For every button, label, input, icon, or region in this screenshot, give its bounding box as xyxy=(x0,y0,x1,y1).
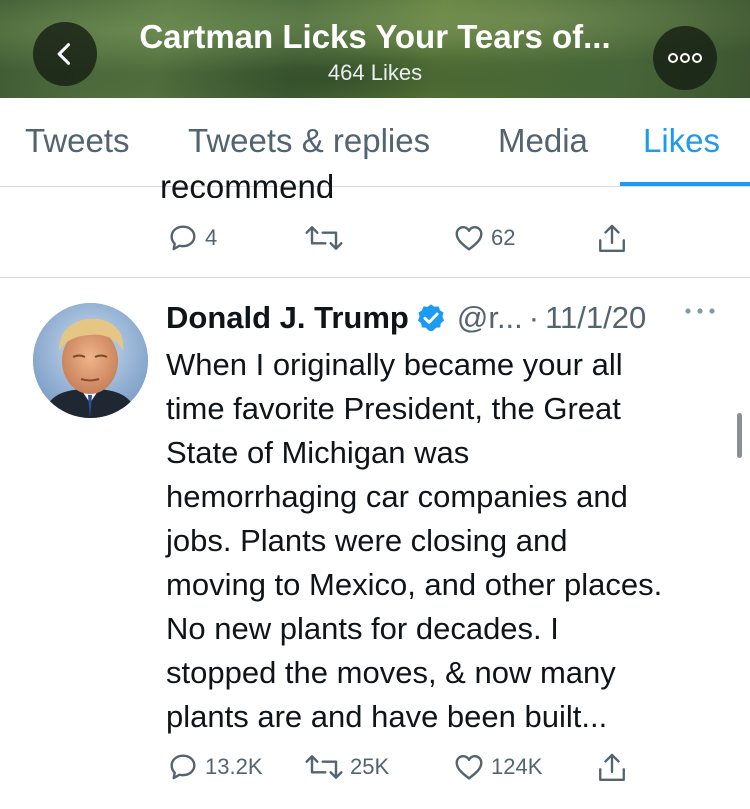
header-separator: · xyxy=(528,300,540,335)
previous-tweet-text: recommend xyxy=(160,164,460,198)
share-button[interactable] xyxy=(596,751,628,785)
like-count: 124K xyxy=(491,754,543,779)
likes-count: 464 Likes xyxy=(327,60,423,85)
tweet-text: When I originally became your all time f… xyxy=(166,343,726,739)
tweet-more-button[interactable] xyxy=(683,304,717,322)
profile-header: Cartman Licks Your Tears of... 464 Likes xyxy=(0,0,750,98)
tweet-text-line: stopped the moves, & now many xyxy=(166,655,616,690)
previous-like-button[interactable]: 62 xyxy=(453,222,515,254)
retweet-button[interactable]: 25K xyxy=(304,751,389,783)
ellipsis-icon xyxy=(668,53,702,63)
previous-reply-button[interactable]: 4 xyxy=(167,222,217,254)
reply-count: 13.2K xyxy=(205,754,263,779)
previous-tweet-partial-text: recommend xyxy=(160,168,335,198)
more-options-button[interactable] xyxy=(653,26,717,90)
more-horizontal-icon xyxy=(685,308,715,314)
tweet-text-line: When I originally became your all xyxy=(166,347,623,382)
tweet-divider xyxy=(0,277,750,278)
tweet-text-line: No new plants for decades. I xyxy=(166,611,559,646)
profile-name-title: Cartman Licks Your Tears of... xyxy=(139,18,611,55)
tweet-text-line: jobs. Plants were closing and xyxy=(166,523,568,558)
reply-button[interactable]: 13.2K xyxy=(167,751,263,783)
reply-icon xyxy=(170,754,196,780)
heart-icon xyxy=(455,226,483,251)
retweet-icon xyxy=(305,226,343,250)
scrollbar[interactable] xyxy=(737,413,742,458)
retweet-count: 25K xyxy=(350,754,390,779)
previous-retweet-button[interactable] xyxy=(304,222,344,254)
chevron-left-icon xyxy=(57,43,71,65)
like-button[interactable]: 124K xyxy=(453,751,542,783)
tab-tweets[interactable]: Tweets xyxy=(25,122,130,160)
previous-share-button[interactable] xyxy=(596,222,628,256)
share-icon xyxy=(599,224,625,252)
share-icon xyxy=(599,753,625,781)
tweet-text-line: hemorrhaging car companies and xyxy=(166,479,628,514)
back-button[interactable] xyxy=(33,22,97,86)
tab-media[interactable]: Media xyxy=(498,122,588,160)
retweet-icon xyxy=(305,755,343,779)
tweet-text-line: plants are and have been built... xyxy=(166,699,608,734)
active-tab-indicator xyxy=(620,182,750,186)
tweet-date[interactable]: 11/1/20 xyxy=(545,300,646,336)
profile-photo xyxy=(33,303,148,418)
tweet-author-handle[interactable]: @r... xyxy=(457,300,523,336)
tab-likes[interactable]: Likes xyxy=(643,122,720,160)
tweet-header: Donald J. Trump @r... · 11/1/20 xyxy=(166,298,646,338)
tweet-text-line: time favorite President, the Great xyxy=(166,391,621,426)
tab-tweets-replies[interactable]: Tweets & replies xyxy=(188,122,430,160)
avatar[interactable] xyxy=(33,303,148,418)
reply-icon xyxy=(170,225,196,251)
previous-reply-count: 4 xyxy=(205,225,218,250)
tweet-text-line: State of Michigan was xyxy=(166,435,470,470)
tweet-text-line: moving to Mexico, and other places. xyxy=(166,567,663,602)
tweet-author-name[interactable]: Donald J. Trump xyxy=(166,300,409,336)
heart-icon xyxy=(455,755,483,780)
previous-like-count: 62 xyxy=(491,225,516,250)
verified-badge-icon xyxy=(417,304,444,332)
